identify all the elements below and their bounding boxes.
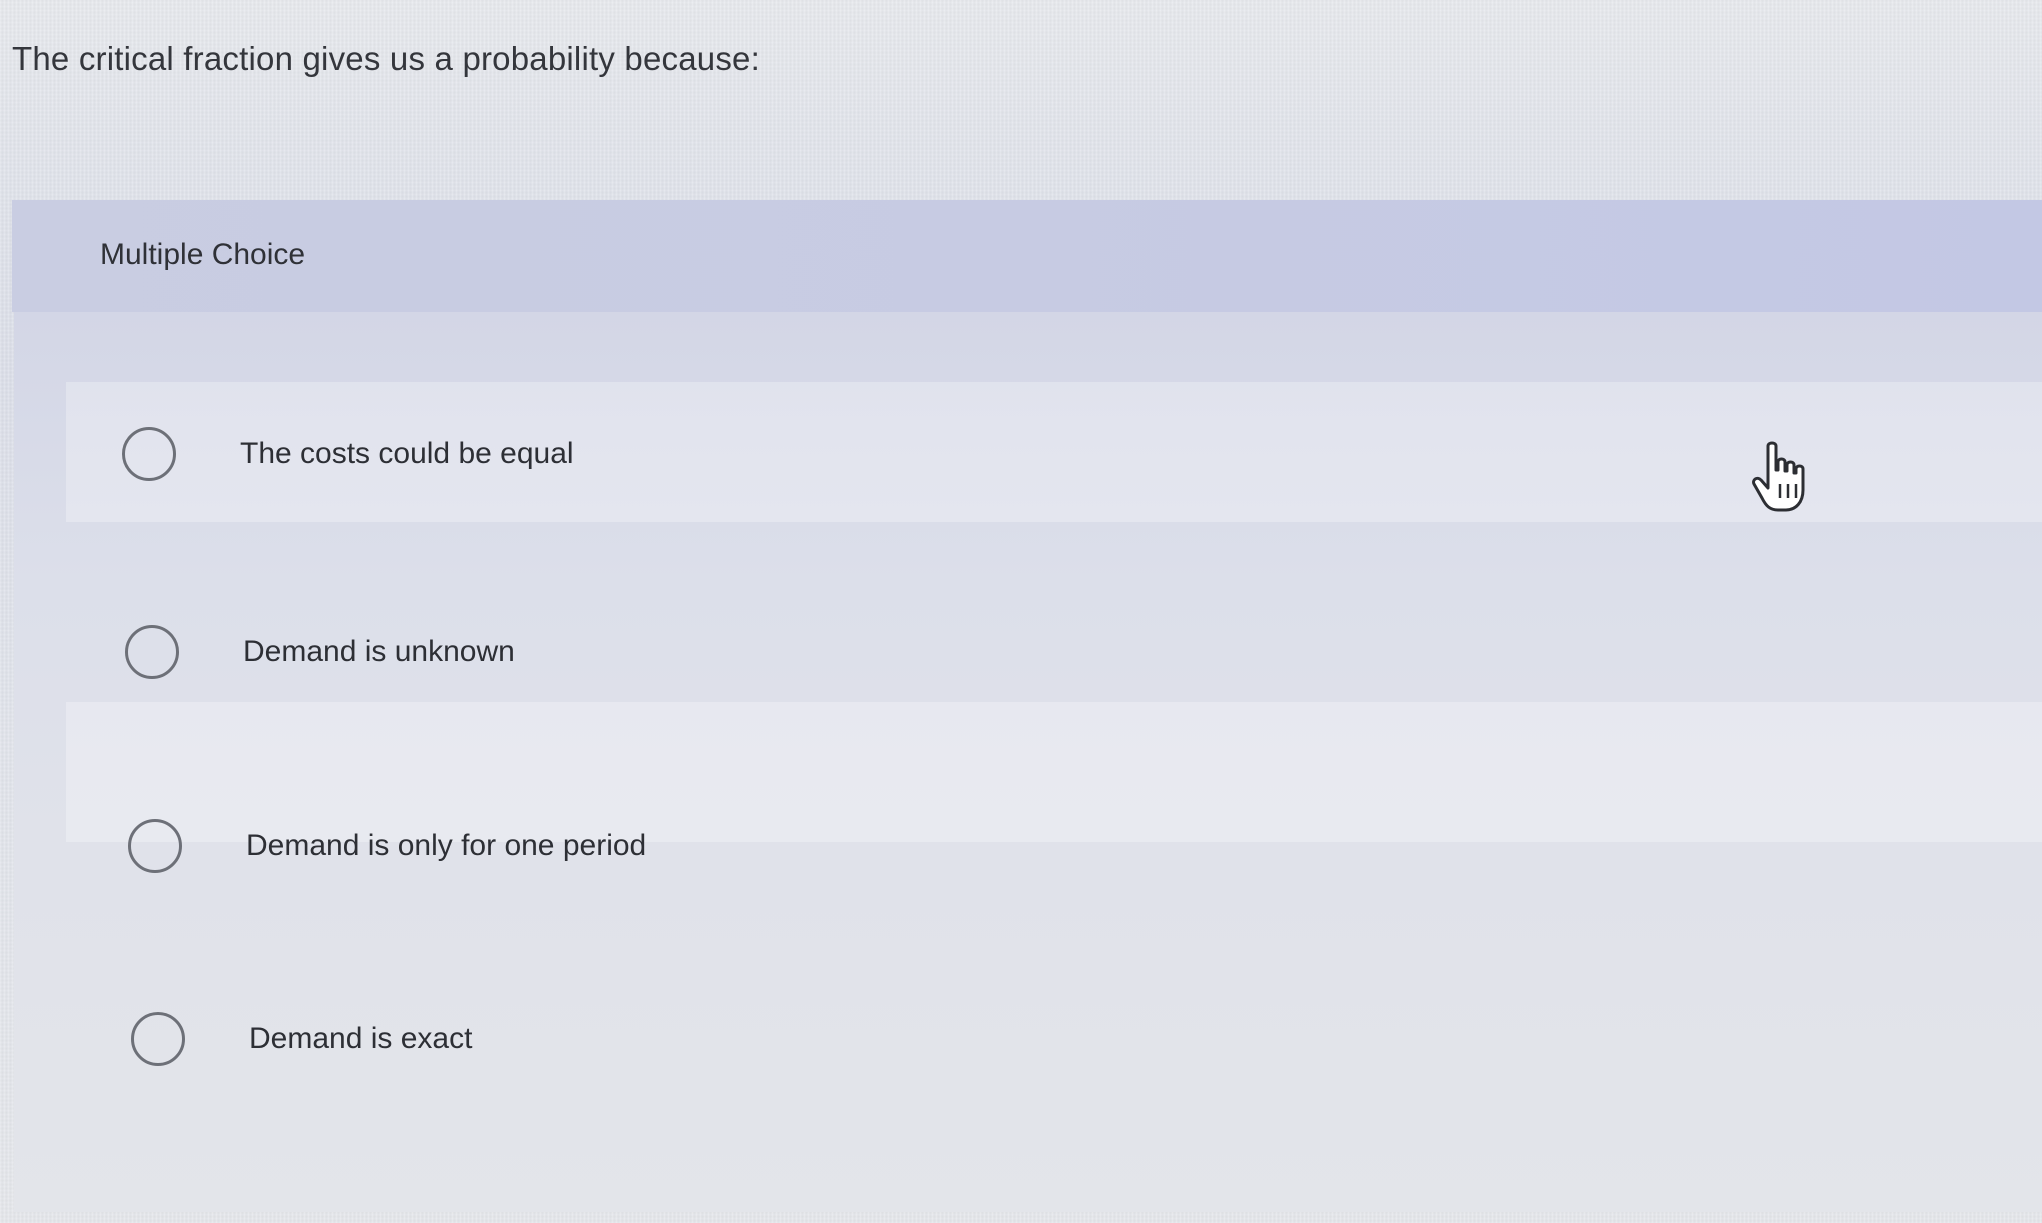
option-label: Demand is exact — [249, 1022, 473, 1055]
option-label: The costs could be equal — [240, 437, 574, 470]
option-label: Demand is unknown — [243, 635, 515, 668]
option-choice-3[interactable]: Demand is only for one period — [128, 811, 646, 881]
multiple-choice-header: Multiple Choice — [12, 200, 2042, 312]
option-label: Demand is only for one period — [246, 829, 647, 862]
radio-button[interactable] — [131, 1012, 185, 1066]
radio-button[interactable] — [128, 819, 182, 873]
option-choice-4[interactable]: Demand is exact — [131, 1004, 472, 1074]
hand-pointer-icon — [1750, 440, 1810, 514]
option-choice-2[interactable]: Demand is unknown — [125, 617, 515, 687]
multiple-choice-label: Multiple Choice — [100, 238, 306, 271]
option-choice-1[interactable]: The costs could be equal — [122, 419, 574, 489]
radio-button[interactable] — [122, 427, 176, 481]
question-prompt: The critical fraction gives us a probabi… — [12, 40, 760, 77]
radio-button[interactable] — [125, 625, 179, 679]
